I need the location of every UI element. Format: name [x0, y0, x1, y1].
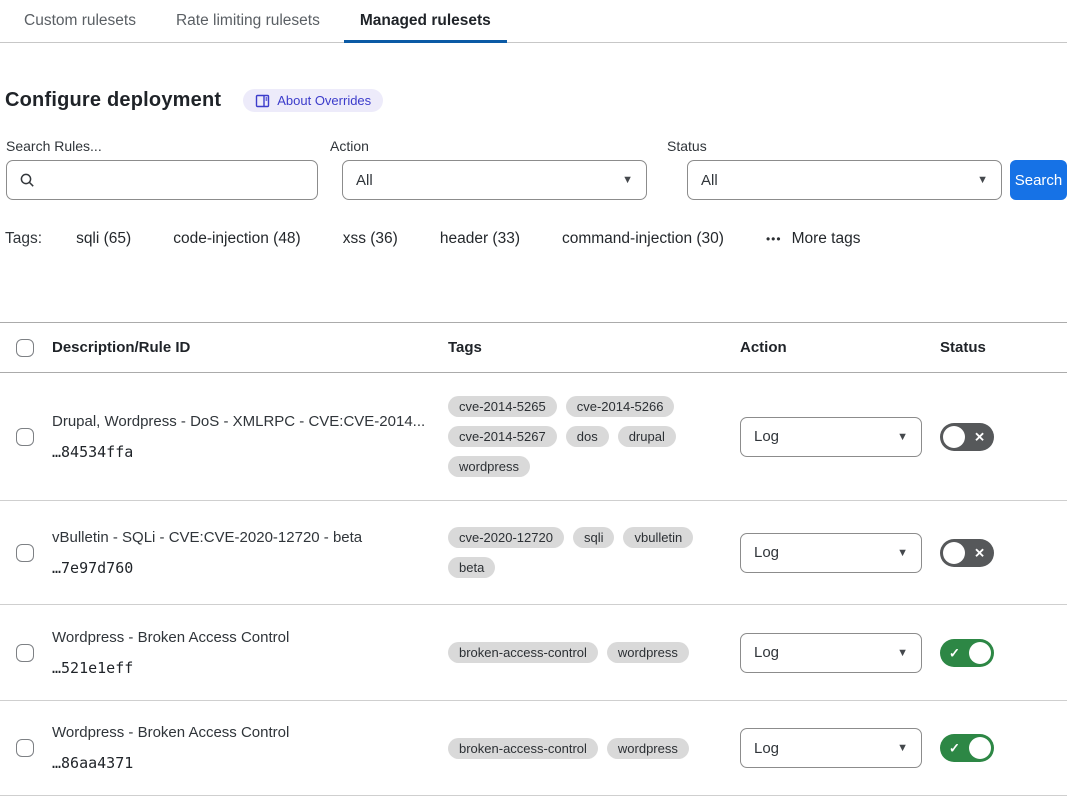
rule-description: Drupal, Wordpress - DoS - XMLRPC - CVE:C… — [52, 413, 428, 430]
tag-pill: wordpress — [607, 738, 689, 759]
table-row: Drupal, Wordpress - DoS - XMLRPC - CVE:C… — [0, 373, 1067, 501]
rule-id: …7e97d760 — [52, 559, 428, 577]
tab-rate-limiting-rulesets[interactable]: Rate limiting rulesets — [160, 0, 336, 43]
action-filter-select[interactable]: All ▼ — [342, 160, 647, 200]
action-dropdown[interactable]: Log ▼ — [740, 417, 922, 457]
row-checkbox[interactable] — [16, 544, 34, 562]
status-filter-label: Status — [667, 138, 1002, 154]
chevron-down-icon: ▼ — [897, 547, 908, 559]
chevron-down-icon: ▼ — [897, 647, 908, 659]
status-filter-value: All — [701, 172, 718, 189]
filter-bar: Search Rules... Action All ▼ Status All … — [6, 138, 1067, 200]
tag-pill: vbulletin — [623, 527, 693, 548]
action-dropdown-value: Log — [754, 740, 779, 757]
toggle-knob — [969, 737, 991, 759]
select-all-checkbox[interactable] — [16, 339, 34, 357]
rules-table: Description/Rule ID Tags Action Status D… — [0, 322, 1067, 796]
more-tags-button[interactable]: ••• More tags — [766, 230, 861, 248]
tags-label: Tags: — [5, 230, 42, 248]
row-checkbox[interactable] — [16, 739, 34, 757]
search-rules-label: Search Rules... — [6, 138, 318, 154]
rule-id: …84534ffa — [52, 443, 428, 461]
tag-pill: wordpress — [448, 456, 530, 477]
rule-description: Wordpress - Broken Access Control — [52, 629, 428, 646]
search-button[interactable]: Search — [1010, 160, 1067, 200]
chevron-down-icon: ▼ — [897, 431, 908, 443]
rule-id: …521e1eff — [52, 659, 428, 677]
row-checkbox[interactable] — [16, 428, 34, 446]
column-header-status: Status — [940, 339, 1067, 356]
ruleset-tabs: Custom rulesets Rate limiting rulesets M… — [0, 0, 1067, 43]
toggle-state-icon: ✕ — [974, 430, 985, 443]
tag-pill: cve-2020-12720 — [448, 527, 564, 548]
chevron-down-icon: ▼ — [977, 174, 988, 186]
chevron-down-icon: ▼ — [897, 742, 908, 754]
about-overrides-label: About Overrides — [277, 93, 371, 108]
tag-pill: cve-2014-5265 — [448, 396, 557, 417]
tag-pill: drupal — [618, 426, 676, 447]
tag-pill: broken-access-control — [448, 642, 598, 663]
about-overrides-badge[interactable]: About Overrides — [243, 89, 383, 112]
status-toggle[interactable]: ✕ — [940, 423, 994, 451]
tag-pill: wordpress — [607, 642, 689, 663]
toggle-knob — [969, 642, 991, 664]
status-toggle[interactable]: ✕ — [940, 539, 994, 567]
rule-description: Wordpress - Broken Access Control — [52, 724, 428, 741]
tag-link-code-injection[interactable]: code-injection (48) — [173, 230, 301, 248]
action-dropdown-value: Log — [754, 644, 779, 661]
table-row: vBulletin - SQLi - CVE:CVE-2020-12720 - … — [0, 501, 1067, 605]
tag-link-sqli[interactable]: sqli (65) — [76, 230, 131, 248]
rule-tags: cve-2020-12720 sqli vbulletin beta — [448, 513, 740, 592]
table-row: Wordpress - Broken Access Control …521e1… — [0, 605, 1067, 701]
action-dropdown[interactable]: Log ▼ — [740, 728, 922, 768]
action-dropdown-value: Log — [754, 428, 779, 445]
row-checkbox[interactable] — [16, 644, 34, 662]
ellipsis-icon: ••• — [766, 232, 782, 246]
tag-pill: beta — [448, 557, 495, 578]
rule-id: …86aa4371 — [52, 754, 428, 772]
toggle-knob — [943, 542, 965, 564]
toggle-knob — [943, 426, 965, 448]
tab-custom-rulesets[interactable]: Custom rulesets — [8, 0, 152, 43]
tab-managed-rulesets[interactable]: Managed rulesets — [344, 0, 507, 43]
action-filter-label: Action — [330, 138, 647, 154]
toggle-state-icon: ✓ — [949, 646, 960, 659]
toggle-state-icon: ✓ — [949, 742, 960, 755]
column-header-tags: Tags — [448, 339, 740, 356]
action-dropdown[interactable]: Log ▼ — [740, 533, 922, 573]
search-input[interactable] — [7, 161, 317, 199]
status-filter-select[interactable]: All ▼ — [687, 160, 1002, 200]
column-header-action: Action — [740, 339, 940, 356]
tag-pill: sqli — [573, 527, 615, 548]
status-toggle[interactable]: ✓ — [940, 734, 994, 762]
action-dropdown-value: Log — [754, 544, 779, 561]
status-toggle[interactable]: ✓ — [940, 639, 994, 667]
search-box — [6, 160, 318, 200]
rule-description: vBulletin - SQLi - CVE:CVE-2020-12720 - … — [52, 529, 428, 546]
tag-pill: dos — [566, 426, 609, 447]
page-title: Configure deployment — [5, 89, 221, 112]
toggle-state-icon: ✕ — [974, 546, 985, 559]
rule-tags: broken-access-control wordpress — [448, 724, 740, 773]
table-header: Description/Rule ID Tags Action Status — [0, 323, 1067, 373]
action-dropdown[interactable]: Log ▼ — [740, 633, 922, 673]
tag-link-command-injection[interactable]: command-injection (30) — [562, 230, 724, 248]
chevron-down-icon: ▼ — [622, 174, 633, 186]
tag-pill: cve-2014-5266 — [566, 396, 675, 417]
action-filter-value: All — [356, 172, 373, 189]
tag-pill: cve-2014-5267 — [448, 426, 557, 447]
tag-pill: broken-access-control — [448, 738, 598, 759]
rule-tags: cve-2014-5265 cve-2014-5266 cve-2014-5267 d… — [448, 382, 740, 491]
rule-tags: broken-access-control wordpress — [448, 628, 740, 677]
column-header-description: Description/Rule ID — [52, 339, 448, 356]
more-tags-label: More tags — [792, 230, 861, 248]
tags-bar: Tags: sqli (65) code-injection (48) xss … — [5, 230, 1067, 248]
tag-link-header[interactable]: header (33) — [440, 230, 520, 248]
tag-link-xss[interactable]: xss (36) — [343, 230, 398, 248]
book-icon — [255, 94, 270, 108]
table-row: Wordpress - Broken Access Control …86aa4… — [0, 701, 1067, 796]
